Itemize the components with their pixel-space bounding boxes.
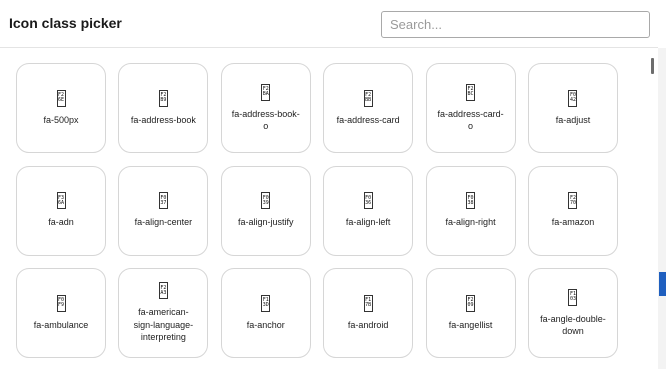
- icon-tile[interactable]: F2 70 fa-amazon: [527, 165, 618, 256]
- missing-glyph-icon: F2 70: [568, 192, 578, 210]
- icon-class-label: fa-address-book: [130, 114, 196, 125]
- scrollbar-thumb[interactable]: [651, 58, 654, 74]
- icon-class-label: fa-address-card: [336, 114, 400, 125]
- icon-grid: F2 6E fa-500px F2 B9 fa-address-book F2 BA fa-ad…: [16, 63, 630, 358]
- missing-glyph-icon: F2 BA: [261, 83, 271, 101]
- glyph-code-bottom: 37: [160, 199, 167, 206]
- icon-class-label: fa-adn: [48, 217, 74, 228]
- icon-class-label: fa-address-card-o: [437, 108, 504, 132]
- icon-class-label: fa-android: [347, 319, 389, 330]
- accent-bar: [659, 272, 666, 296]
- glyph-code-bottom: 39: [262, 199, 269, 206]
- icon-tile[interactable]: F0 39 fa-align-justify: [220, 165, 311, 256]
- glyph-code-bottom: 3D: [262, 302, 269, 309]
- icon-tile[interactable]: F1 03 fa-angle-double-down: [527, 268, 618, 358]
- icon-tile[interactable]: F0 F9 fa-ambulance: [16, 268, 106, 358]
- icon-tile[interactable]: F1 7B fa-android: [323, 268, 414, 358]
- icon-tile[interactable]: F2 6E fa-500px: [16, 63, 106, 153]
- icon-class-label: fa-ambulance: [33, 319, 89, 330]
- icon-tile[interactable]: F2 A3 fa-american-sign-language-interpreti…: [118, 268, 209, 358]
- missing-glyph-icon: F2 09: [466, 294, 476, 312]
- icon-class-label: fa-500px: [43, 114, 79, 125]
- icon-class-label: fa-american-sign-language-interpreting: [133, 307, 194, 343]
- glyph-code-bottom: 7B: [365, 302, 372, 309]
- icon-class-label: fa-align-left: [345, 217, 391, 228]
- icon-class-label: fa-angle-double-down: [540, 313, 606, 337]
- missing-glyph-icon: F1 3D: [261, 294, 271, 312]
- missing-glyph-icon: F1 7B: [363, 294, 373, 312]
- icon-class-label: fa-adjust: [555, 114, 591, 125]
- missing-glyph-icon: F2 BC: [466, 83, 476, 101]
- icon-tile[interactable]: F2 BA fa-address-book-o: [220, 63, 311, 153]
- icon-class-label: fa-align-right: [445, 217, 496, 228]
- icon-class-label: fa-angellist: [448, 319, 493, 330]
- missing-glyph-icon: F2 6E: [56, 89, 66, 107]
- glyph-code-bottom: BA: [262, 91, 269, 97]
- glyph-code-bottom: BB: [365, 97, 372, 104]
- search-input[interactable]: [381, 11, 650, 38]
- glyph-code-bottom: 6A: [57, 199, 65, 206]
- icon-class-label: fa-anchor: [246, 319, 285, 330]
- missing-glyph-icon: F3 6A: [56, 192, 66, 210]
- icon-tile[interactable]: F0 38 fa-align-right: [425, 165, 516, 256]
- missing-glyph-icon: F0 39: [261, 192, 271, 210]
- missing-glyph-icon: F1 03: [568, 288, 578, 306]
- icon-class-label: fa-address-book-o: [231, 108, 300, 132]
- icon-picker-dialog: Icon class picker F26E fa-500px F2B9 fa-add…: [0, 0, 666, 369]
- dialog-header: Icon class picker: [0, 0, 658, 48]
- icon-tile[interactable]: F2 B9 fa-address-book: [118, 63, 209, 153]
- glyph-code-bottom: 70: [569, 199, 576, 206]
- icon-tile[interactable]: F2 BC fa-address-card-o: [425, 63, 516, 153]
- icon-tile[interactable]: F0 36 fa-align-left: [323, 165, 414, 256]
- icon-tile[interactable]: F0 37 fa-align-center: [118, 165, 209, 256]
- glyph-code-bottom: 42: [569, 97, 576, 104]
- dialog-title: Icon class picker: [9, 15, 122, 31]
- glyph-code-bottom: 6E: [57, 97, 65, 104]
- missing-glyph-icon: F2 A3: [158, 282, 168, 300]
- icon-tile[interactable]: F3 6A fa-adn: [16, 165, 106, 256]
- icon-class-label: fa-amazon: [551, 217, 595, 228]
- glyph-code-bottom: 03: [569, 296, 576, 302]
- missing-glyph-icon: F0 36: [363, 192, 373, 210]
- missing-glyph-icon: F2 BB: [363, 89, 373, 107]
- glyph-code-bottom: A3: [160, 289, 167, 296]
- icon-tile[interactable]: F0 42 fa-adjust: [527, 63, 618, 153]
- icon-tile[interactable]: F2 BB fa-address-card: [323, 63, 414, 153]
- icon-tile[interactable]: F2 09 fa-angellist: [425, 268, 516, 358]
- glyph-code-bottom: BC: [467, 91, 474, 97]
- missing-glyph-icon: F0 37: [158, 192, 168, 210]
- missing-glyph-icon: F0 F9: [56, 294, 66, 312]
- missing-glyph-icon: F0 42: [568, 89, 578, 107]
- glyph-code-bottom: 36: [365, 199, 372, 206]
- icon-class-label: fa-align-justify: [238, 217, 294, 228]
- glyph-code-bottom: 38: [467, 199, 474, 206]
- icon-class-label: fa-align-center: [134, 217, 193, 228]
- glyph-code-bottom: F9: [57, 302, 65, 309]
- missing-glyph-icon: F0 38: [466, 192, 476, 210]
- glyph-code-bottom: 09: [467, 302, 474, 309]
- glyph-code-bottom: B9: [160, 97, 167, 104]
- icon-tile[interactable]: F1 3D fa-anchor: [220, 268, 311, 358]
- missing-glyph-icon: F2 B9: [158, 89, 168, 107]
- scrollbar-track[interactable]: [658, 48, 666, 369]
